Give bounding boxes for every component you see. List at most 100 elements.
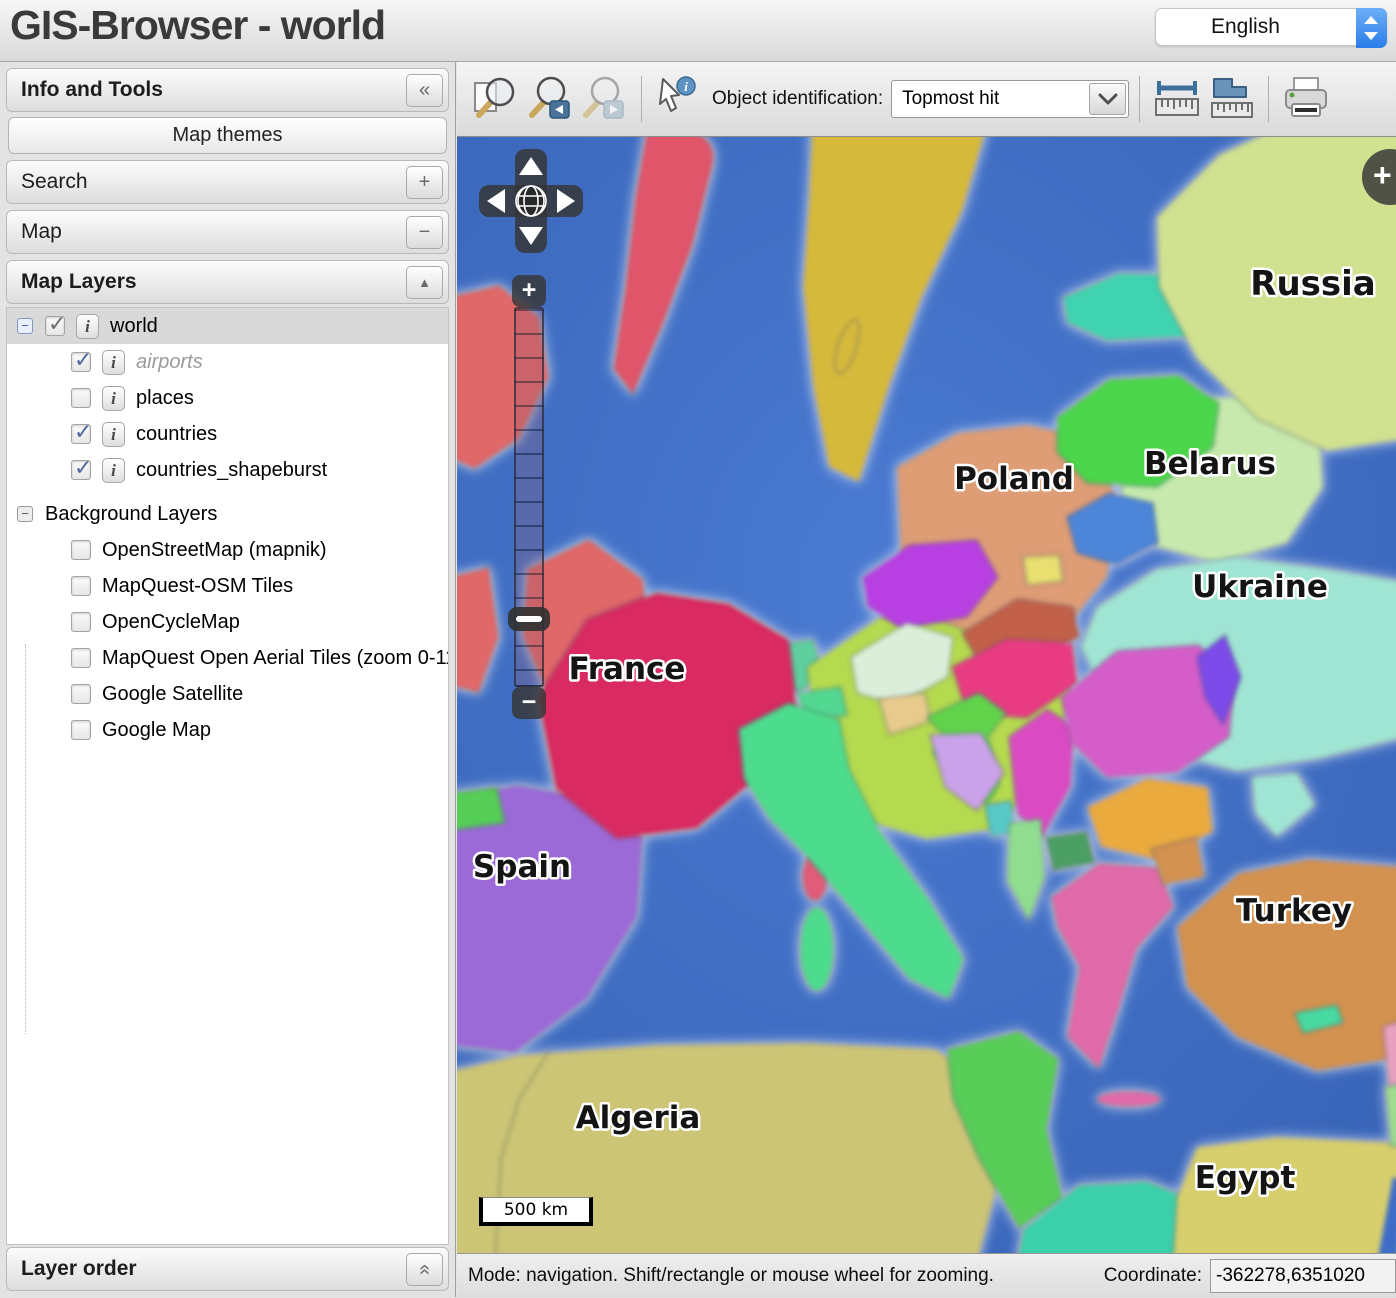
- layer-label: Google Map: [102, 719, 211, 742]
- collapse-node-icon[interactable]: −: [17, 506, 33, 522]
- globe-icon[interactable]: [516, 186, 546, 216]
- layer-row-opencyclemap[interactable]: OpenCycleMap: [7, 604, 448, 640]
- map-label-russia: Russia: [1250, 264, 1375, 304]
- world-checkbox[interactable]: [45, 316, 65, 336]
- language-select[interactable]: English: [1155, 8, 1387, 46]
- map-viewport[interactable]: Russia Poland Belarus Ukraine France Spa…: [457, 137, 1396, 1253]
- island-crete[interactable]: [1097, 1091, 1161, 1107]
- layer-label: MapQuest Open Aerial Tiles (zoom 0-11): [102, 647, 449, 670]
- scale-bar-label: 500 km: [504, 1200, 568, 1220]
- zoom-in-button[interactable]: +: [512, 275, 546, 307]
- zoom-next-icon[interactable]: [577, 72, 631, 126]
- map-title: Map: [21, 220, 62, 244]
- mapquest-aerial-checkbox[interactable]: [71, 648, 91, 668]
- region-spain-northwest[interactable]: [457, 787, 505, 831]
- info-and-tools-header[interactable]: Info and Tools «: [6, 68, 449, 112]
- layer-row-airports[interactable]: i airports: [7, 344, 448, 380]
- countries-shapeburst-checkbox[interactable]: [71, 460, 91, 480]
- map-themes-button[interactable]: Map themes: [8, 117, 447, 154]
- map-layers-header[interactable]: Map Layers ▲: [6, 260, 449, 304]
- layer-label: world: [110, 315, 158, 338]
- openstreetmap-checkbox[interactable]: [71, 540, 91, 560]
- toolbar-separator: [1139, 76, 1140, 122]
- layer-row-openstreetmap[interactable]: OpenStreetMap (mapnik): [7, 532, 448, 568]
- zoom-full-extent-icon[interactable]: [469, 72, 523, 126]
- layer-label: OpenStreetMap (mapnik): [102, 539, 327, 562]
- layer-order-title: Layer order: [21, 1257, 137, 1281]
- map-collapse-button[interactable]: −: [406, 216, 443, 249]
- collapse-node-icon[interactable]: −: [17, 318, 33, 334]
- layer-row-mapquest-osm[interactable]: MapQuest-OSM Tiles: [7, 568, 448, 604]
- countries-shapeburst-info-icon[interactable]: i: [102, 458, 125, 483]
- select-stepper-icon[interactable]: [1356, 8, 1387, 48]
- mapquest-osm-checkbox[interactable]: [71, 576, 91, 596]
- measure-length-icon[interactable]: [1150, 72, 1204, 126]
- search-accordion[interactable]: Search +: [6, 160, 449, 204]
- print-icon[interactable]: [1279, 72, 1333, 126]
- toolbar-separator: [641, 76, 642, 122]
- object-identification-label: Object identification:: [712, 88, 883, 110]
- layer-row-google-satellite[interactable]: Google Satellite: [7, 676, 448, 712]
- map-label-ukraine: Ukraine: [1192, 569, 1328, 605]
- map-accordion[interactable]: Map −: [6, 210, 449, 254]
- map-label-turkey: Turkey: [1236, 893, 1352, 929]
- measure-area-icon[interactable]: [1204, 72, 1258, 126]
- island-sardinia[interactable]: [800, 907, 834, 991]
- layer-label: Google Satellite: [102, 683, 243, 706]
- pan-control[interactable]: [475, 145, 587, 257]
- info-and-tools-title: Info and Tools: [21, 78, 163, 102]
- layer-row-countries[interactable]: i countries: [7, 416, 448, 452]
- scale-bar: 500 km: [479, 1197, 593, 1226]
- map-label-poland: Poland: [954, 461, 1074, 497]
- layer-row-places[interactable]: i places: [7, 380, 448, 416]
- region-kaliningrad[interactable]: [1023, 555, 1063, 585]
- airports-info-icon[interactable]: i: [102, 350, 125, 375]
- google-satellite-checkbox[interactable]: [71, 684, 91, 704]
- status-bar: Mode: navigation. Shift/rectangle or mou…: [457, 1253, 1396, 1297]
- map-label-belarus: Belarus: [1144, 446, 1276, 482]
- coordinate-group: Coordinate:: [1104, 1254, 1396, 1298]
- object-identification-icon[interactable]: i: [652, 72, 706, 126]
- layer-label: places: [136, 387, 194, 410]
- layer-row-mapquest-aerial[interactable]: MapQuest Open Aerial Tiles (zoom 0-11): [7, 640, 448, 676]
- coordinate-label: Coordinate:: [1104, 1265, 1202, 1287]
- layer-label: airports: [136, 351, 203, 374]
- coordinate-input[interactable]: [1210, 1259, 1396, 1293]
- google-map-checkbox[interactable]: [71, 720, 91, 740]
- countries-info-icon[interactable]: i: [102, 422, 125, 447]
- map-label-egypt: Egypt: [1195, 1160, 1296, 1196]
- zoom-slider-handle[interactable]: [508, 607, 550, 631]
- toolbar-separator: [1268, 76, 1269, 122]
- sidebar: Info and Tools « Map themes Search + Map…: [0, 62, 456, 1297]
- airports-checkbox[interactable]: [71, 352, 91, 372]
- places-info-icon[interactable]: i: [102, 386, 125, 411]
- layer-label: countries: [136, 423, 217, 446]
- zoom-out-button[interactable]: −: [512, 687, 546, 719]
- map-label-algeria: Algeria: [576, 1100, 701, 1136]
- layer-order-panel[interactable]: Layer order «: [6, 1247, 449, 1291]
- layer-label: OpenCycleMap: [102, 611, 240, 634]
- background-layers-group[interactable]: − Background Layers: [7, 496, 448, 532]
- layer-row-google-map[interactable]: Google Map: [7, 712, 448, 748]
- map-label-spain: Spain: [473, 849, 571, 885]
- map-canvas[interactable]: Russia Poland Belarus Ukraine France Spa…: [457, 137, 1396, 1253]
- opencyclemap-checkbox[interactable]: [71, 612, 91, 632]
- layer-label: MapQuest-OSM Tiles: [102, 575, 293, 598]
- group-label: Background Layers: [45, 503, 217, 526]
- zoom-previous-icon[interactable]: [523, 72, 577, 126]
- layer-order-expand-button[interactable]: «: [406, 1253, 443, 1286]
- countries-checkbox[interactable]: [71, 424, 91, 444]
- places-checkbox[interactable]: [71, 388, 91, 408]
- map-layers-collapse-button[interactable]: ▲: [406, 266, 443, 299]
- page-title: GIS-Browser - world: [10, 2, 385, 49]
- sidebar-collapse-button[interactable]: «: [406, 74, 443, 107]
- layer-row-world[interactable]: − i world: [7, 308, 448, 344]
- layer-label: countries_shapeburst: [136, 459, 327, 482]
- chevron-down-icon[interactable]: [1089, 83, 1126, 115]
- country-macedonia[interactable]: [1045, 831, 1095, 871]
- world-info-icon[interactable]: i: [76, 314, 99, 339]
- layer-row-countries-shapeburst[interactable]: i countries_shapeburst: [7, 452, 448, 488]
- object-identification-select[interactable]: Topmost hit: [891, 80, 1129, 118]
- layer-tree: − i world i airports i places i countrie…: [6, 307, 449, 1245]
- search-expand-button[interactable]: +: [406, 166, 443, 199]
